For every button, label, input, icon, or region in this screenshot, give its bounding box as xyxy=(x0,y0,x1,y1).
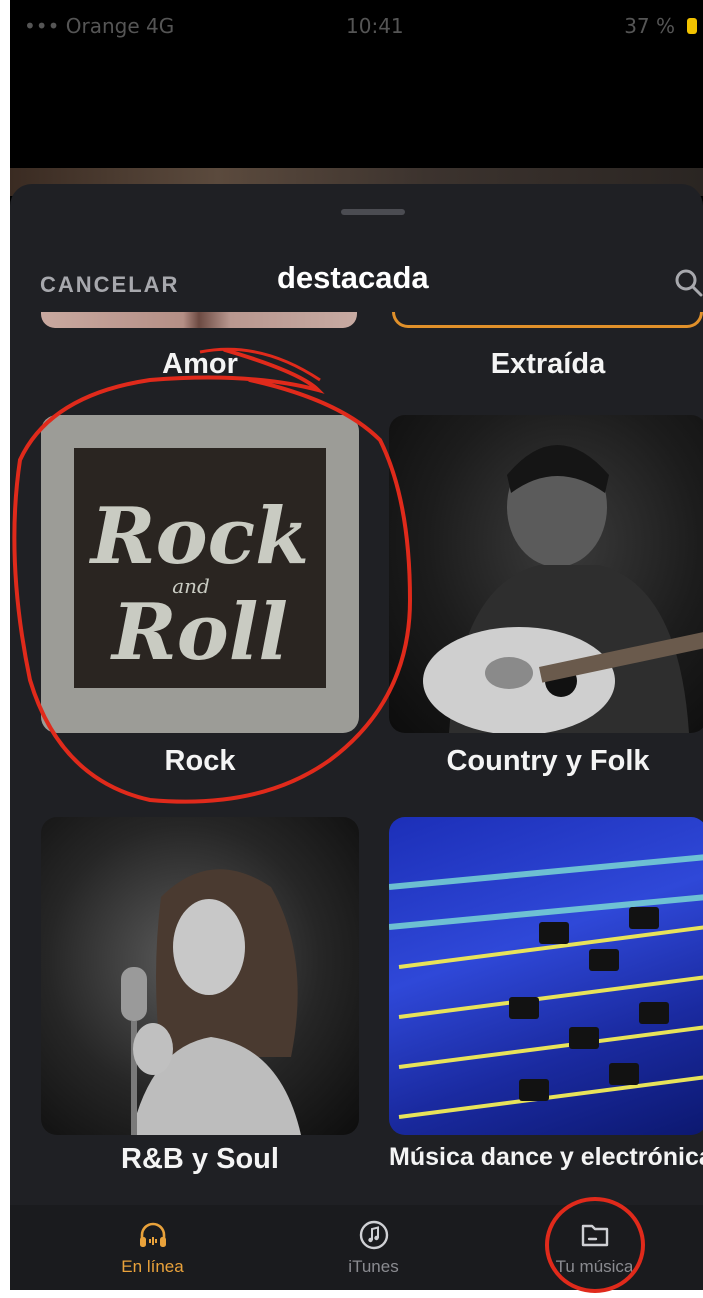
tab-label-itunes: iTunes xyxy=(348,1257,399,1276)
tab-en-linea[interactable]: En línea xyxy=(37,1205,268,1290)
sheet-header: CANCELAR destacada xyxy=(10,254,703,314)
sheet-grabber[interactable] xyxy=(341,209,405,215)
tab-label-en-linea: En línea xyxy=(121,1257,184,1276)
singer-photo xyxy=(121,869,301,1135)
phone-screen: ••• Orange 4G 10:41 37 % CANCELAR destac… xyxy=(10,0,703,1290)
genre-card-country-folk[interactable]: Country y Folk xyxy=(389,415,703,777)
folder-icon xyxy=(581,1224,609,1247)
genre-card-dance[interactable]: Música dance y electrónica xyxy=(389,817,703,1171)
genre-label-extraida: Extraída xyxy=(490,348,606,380)
mixer-photo xyxy=(389,854,703,1119)
tab-itunes[interactable]: iTunes xyxy=(258,1205,489,1290)
rock-and-roll-artwork: Rock and Roll xyxy=(89,491,309,678)
tab-label-tu-musica: Tu música xyxy=(555,1257,634,1276)
search-icon xyxy=(675,269,703,297)
headphones-icon xyxy=(140,1222,166,1247)
genre-thumb-rnb-soul xyxy=(41,817,359,1135)
cancel-button[interactable]: CANCELAR xyxy=(40,272,179,298)
genre-thumb-country-folk xyxy=(389,415,703,733)
status-bar: ••• Orange 4G 10:41 37 % xyxy=(10,0,703,48)
genre-card-rock[interactable]: Rock and Roll Rock xyxy=(41,415,359,777)
guitarist-photo xyxy=(423,445,703,733)
clock: 10:41 xyxy=(346,14,404,38)
tab-bar: En línea iTunes Tu música xyxy=(10,1205,703,1290)
genre-thumb-dance xyxy=(389,817,703,1135)
genre-label-rock: Rock xyxy=(164,745,236,777)
genre-label-amor: Amor xyxy=(162,348,238,380)
carrier-label: ••• Orange 4G xyxy=(24,14,175,38)
genre-label-rnb-soul: R&B y Soul xyxy=(121,1143,279,1175)
genre-thumb-amor[interactable] xyxy=(41,312,357,328)
battery-icon xyxy=(687,18,697,34)
battery-percent: 37 % xyxy=(624,14,675,38)
art-text-roll: Roll xyxy=(110,587,288,678)
genre-sheet: CANCELAR destacada Amor Extraída Rock an… xyxy=(10,184,703,1290)
genre-grid: Amor Extraída Rock and Roll Rock Country… xyxy=(10,312,703,1205)
genre-thumb-rock: Rock and Roll xyxy=(41,415,359,733)
music-note-icon xyxy=(359,1220,389,1250)
search-button[interactable] xyxy=(672,266,703,300)
genre-label-country-folk: Country y Folk xyxy=(446,745,650,777)
art-text-rock: Rock xyxy=(89,491,309,582)
genre-label-dance: Música dance y electrónica xyxy=(389,1143,703,1171)
genre-card-rnb-soul[interactable]: R&B y Soul xyxy=(41,817,359,1175)
page-title: destacada xyxy=(277,260,429,295)
tab-tu-musica[interactable]: Tu música xyxy=(479,1205,703,1290)
genre-thumb-extraida[interactable] xyxy=(392,312,703,328)
